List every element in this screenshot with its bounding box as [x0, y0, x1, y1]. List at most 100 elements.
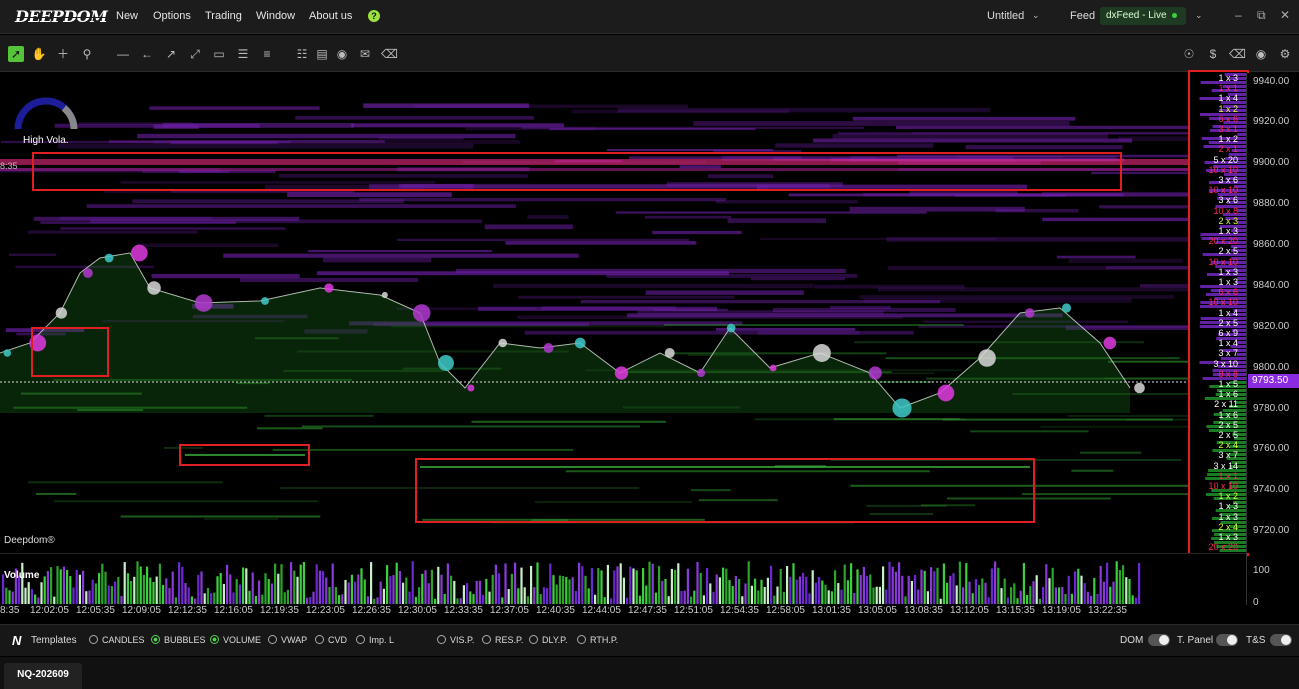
- ask-liquidity-band: [521, 126, 865, 129]
- ruler-icon[interactable]: ⤢: [187, 46, 203, 62]
- volume-bar: [158, 563, 161, 604]
- dom-ladder[interactable]: 1 x 31 x 11 x 41 x 26 x 63 x 11 x 22 x 1…: [1188, 70, 1249, 556]
- volume-bar: [408, 591, 411, 604]
- volume-bar: [565, 577, 568, 604]
- volume-bar: [514, 562, 517, 604]
- cursor-icon[interactable]: ➚: [8, 46, 24, 62]
- volume-bar: [181, 566, 184, 604]
- volume-bar: [421, 573, 424, 604]
- volume-panel[interactable]: Volume: [0, 553, 1246, 605]
- trade-bubble: [664, 348, 675, 358]
- rectangle-icon[interactable]: ▭: [211, 46, 227, 62]
- volume-bar: [702, 595, 705, 604]
- volume-bar: [258, 580, 261, 604]
- option-cvd[interactable]: CVD: [315, 635, 347, 645]
- volume-bar: [562, 576, 565, 604]
- watermark: Deepdom®: [4, 535, 55, 546]
- radio-imp-l[interactable]: [356, 635, 365, 644]
- menu-trading[interactable]: Trading: [205, 10, 242, 22]
- volume-bar: [277, 573, 280, 604]
- feed-chevron-down-icon[interactable]: ⌄: [1195, 10, 1203, 21]
- volume-bar: [648, 561, 651, 604]
- radio-volume[interactable]: [210, 635, 219, 644]
- menu-about-us[interactable]: About us: [309, 10, 352, 22]
- settings-sliders-icon[interactable]: ☷: [294, 46, 310, 62]
- volume-bar: [149, 577, 152, 604]
- volume-bar: [498, 573, 501, 604]
- option-bubbles[interactable]: BUBBLES: [151, 635, 206, 645]
- option-dly-p[interactable]: DLY.P.: [529, 635, 568, 645]
- t-panel-toggle[interactable]: [1216, 634, 1238, 646]
- horizontal-line-icon[interactable]: —: [115, 46, 131, 62]
- option-rth-p[interactable]: RTH.P.: [577, 635, 618, 645]
- minimize-icon[interactable]: –: [1235, 8, 1242, 22]
- align-icon[interactable]: ☰: [235, 46, 251, 62]
- eraser-right-icon[interactable]: ⌫: [1229, 46, 1246, 62]
- volume-bar: [914, 575, 917, 604]
- option-imp-l[interactable]: Imp. L: [356, 635, 394, 645]
- app-logo: DEEPDOM: [15, 7, 108, 26]
- menu-new[interactable]: New: [116, 10, 138, 22]
- option-candles[interactable]: CANDLES: [89, 635, 145, 645]
- option-vis-p[interactable]: VIS.P.: [437, 635, 474, 645]
- gear-icon[interactable]: ⚙: [1277, 46, 1293, 62]
- option-vwap[interactable]: VWAP: [268, 635, 307, 645]
- hand-icon[interactable]: ✋: [31, 46, 47, 62]
- trade-bubble: [937, 384, 955, 402]
- time-axis[interactable]: 8:35 12:02:05 12:05:35 12:09:05 12:12:35 12:…: [0, 604, 1246, 620]
- radio-bubbles[interactable]: [151, 635, 160, 644]
- eraser-icon[interactable]: ⌫: [381, 46, 398, 62]
- ask-liquidity-band: [86, 204, 516, 208]
- option-res-p[interactable]: RES.P.: [482, 635, 523, 645]
- radio-dly-p[interactable]: [529, 635, 538, 644]
- restore-icon[interactable]: ⧉: [1257, 8, 1266, 23]
- chevron-down-icon[interactable]: ⌄: [1032, 10, 1040, 21]
- volume-bar: [130, 581, 133, 604]
- price-axis[interactable]: 9940.00 9920.00 9900.00 9880.00 9860.00 …: [1246, 73, 1299, 553]
- volume-bar: [981, 578, 984, 604]
- option-label: CANDLES: [102, 635, 145, 645]
- radio-vwap[interactable]: [268, 635, 277, 644]
- radio-res-p[interactable]: [482, 635, 491, 644]
- trend-line-icon[interactable]: ↗: [163, 46, 179, 62]
- camera-icon[interactable]: ☉: [1181, 46, 1197, 62]
- crosshair-icon[interactable]: ＋: [55, 46, 71, 62]
- bar-chart-icon[interactable]: ▤: [314, 46, 330, 62]
- close-icon[interactable]: ✕: [1280, 8, 1290, 22]
- volume-bar: [584, 575, 587, 604]
- bomb-icon[interactable]: ◉: [334, 46, 350, 62]
- time-tick: 12:23:05: [306, 605, 345, 616]
- ts-toggle[interactable]: [1270, 634, 1292, 646]
- volume-bar: [382, 588, 385, 604]
- volume-bar: [267, 579, 270, 604]
- zoom-icon[interactable]: ⚲: [79, 46, 95, 62]
- bid-liquidity-band: [35, 492, 77, 495]
- trade-bubble: [55, 307, 68, 319]
- question-circle-icon[interactable]: ?: [368, 10, 380, 22]
- menu-icon[interactable]: ≡: [259, 46, 275, 62]
- menu-options[interactable]: Options: [153, 10, 191, 22]
- volume-bar: [197, 574, 200, 604]
- radio-candles[interactable]: [89, 635, 98, 644]
- dollar-icon[interactable]: $: [1205, 46, 1221, 62]
- option-volume[interactable]: VOLUME: [210, 635, 261, 645]
- menu-window[interactable]: Window: [256, 10, 295, 22]
- heatmap-chart[interactable]: High Vola. Deepdom® 8:35: [0, 73, 1190, 553]
- volume-bar: [658, 566, 661, 604]
- radio-cvd[interactable]: [315, 635, 324, 644]
- volume-bar: [30, 589, 33, 604]
- tab-nq-202609[interactable]: NQ-202609: [4, 663, 82, 689]
- volume-bar: [350, 574, 353, 604]
- radio-vis-p[interactable]: [437, 635, 446, 644]
- radio-rth-p[interactable]: [577, 635, 586, 644]
- comment-icon[interactable]: ✉: [357, 46, 373, 62]
- dom-toggle[interactable]: [1148, 634, 1170, 646]
- record-icon[interactable]: ◉: [1253, 46, 1269, 62]
- volume-bar: [1074, 571, 1077, 604]
- ray-icon[interactable]: ←: [139, 46, 155, 62]
- volume-bar: [725, 568, 728, 604]
- templates-button[interactable]: Templates: [31, 635, 77, 646]
- workspace-title[interactable]: Untitled: [987, 10, 1024, 22]
- option-label: DLY.P.: [542, 635, 568, 645]
- feed-status-badge[interactable]: dxFeed - Live: [1100, 7, 1186, 25]
